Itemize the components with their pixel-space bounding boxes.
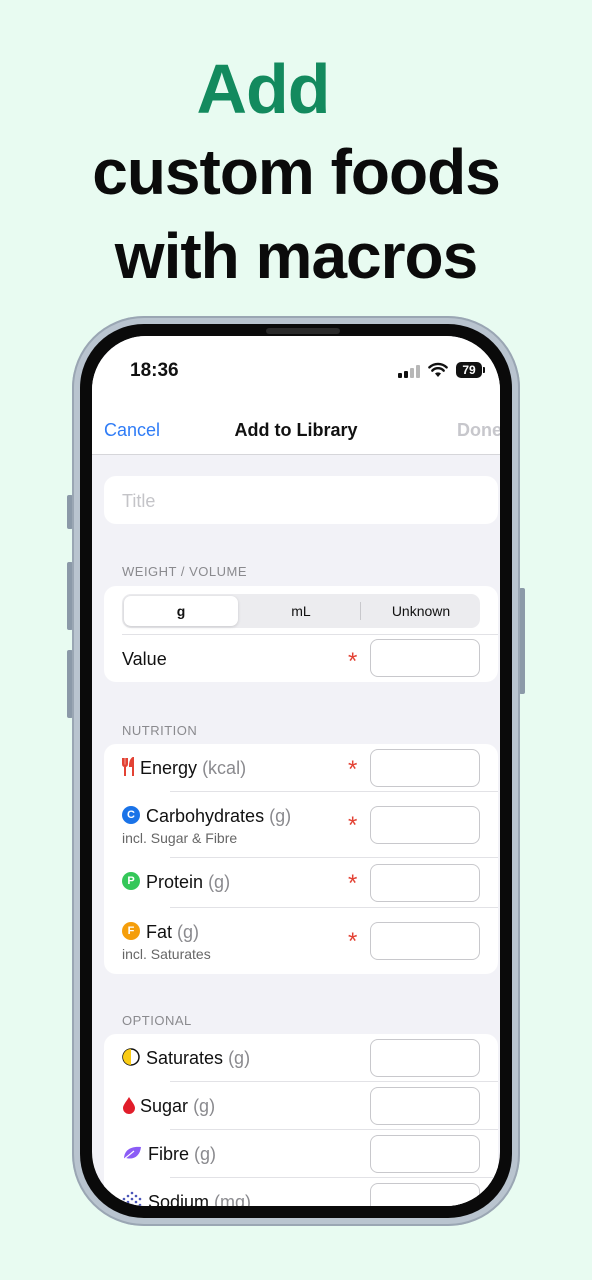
sugar-label: Sugar (g) (122, 1096, 215, 1117)
fork-knife-icon (122, 757, 134, 777)
phone-frame: 18:36 79 Add to Library Cancel Done Titl… (72, 316, 520, 1226)
required-marker: * (348, 870, 358, 897)
carbohydrates-subtitle: incl. Sugar & Fibre (122, 830, 238, 846)
phone-screen: 18:36 79 Add to Library Cancel Done Titl… (92, 336, 500, 1206)
phone-bezel: 18:36 79 Add to Library Cancel Done Titl… (80, 324, 512, 1218)
fat-name: Fat (146, 922, 173, 942)
saturates-name: Saturates (146, 1048, 224, 1068)
required-marker: * (348, 812, 358, 839)
fat-input[interactable] (370, 922, 480, 960)
energy-input[interactable] (370, 749, 480, 787)
protein-label: P Protein (g) (122, 872, 230, 893)
leaf-icon (122, 1147, 141, 1161)
dots-icon (122, 1191, 142, 1206)
required-marker: * (348, 928, 358, 955)
sugar-input[interactable] (370, 1087, 480, 1125)
sodium-name: Sodium (148, 1192, 210, 1206)
value-row: Value * (104, 634, 498, 682)
headline-line-2: custom foods (92, 136, 501, 208)
sodium-label: Sodium (mg) (122, 1191, 252, 1206)
status-bar: 18:36 79 (92, 336, 500, 396)
sodium-unit: (mg) (214, 1192, 252, 1206)
wifi-icon (428, 362, 448, 377)
protein-input[interactable] (370, 864, 480, 902)
unit-segmented-control[interactable]: g mL Unknown (122, 594, 480, 628)
saturates-unit: (g) (228, 1048, 251, 1068)
carbohydrates-unit: (g) (269, 806, 292, 826)
energy-row: Energy (kcal) * (104, 744, 498, 792)
title-field[interactable]: Title (104, 476, 498, 524)
protein-icon: P (122, 872, 140, 891)
required-marker: * (348, 648, 358, 675)
saturates-input[interactable] (370, 1039, 480, 1077)
saturates-label: Saturates (g) (122, 1048, 250, 1069)
sodium-input[interactable] (370, 1183, 480, 1206)
status-time: 18:36 (130, 360, 179, 381)
fibre-row: Fibre (g) (104, 1130, 498, 1178)
nutrition-card: Energy (kcal) * C Carbohydrates (g) incl.… (104, 744, 498, 974)
sugar-unit: (g) (193, 1096, 216, 1116)
fat-icon: F (122, 922, 140, 941)
sugar-name: Sugar (140, 1096, 189, 1116)
speaker-grille (266, 328, 340, 334)
protein-name: Protein (146, 872, 204, 892)
sugar-row: Sugar (g) (104, 1082, 498, 1130)
segment-divider (360, 602, 361, 620)
cancel-button[interactable]: Cancel (104, 420, 160, 441)
fibre-unit: (g) (194, 1144, 217, 1164)
required-marker: * (348, 756, 358, 783)
carbohydrates-label: C Carbohydrates (g) (122, 806, 291, 827)
energy-unit: (kcal) (202, 758, 247, 778)
half-circle-icon (122, 1048, 140, 1066)
headline: Add custom foods with macros (0, 50, 592, 298)
fibre-input[interactable] (370, 1135, 480, 1173)
fat-row: F Fat (g) incl. Saturates * (104, 908, 498, 974)
battery-icon: 79 (456, 362, 485, 378)
fibre-name: Fibre (148, 1144, 190, 1164)
fat-subtitle: incl. Saturates (122, 946, 211, 962)
fat-label: F Fat (g) (122, 922, 199, 943)
optional-section-header: OPTIONAL (122, 1013, 192, 1028)
done-button[interactable]: Done (457, 420, 500, 441)
drop-icon (123, 1097, 135, 1115)
sodium-row: Sodium (mg) (104, 1178, 498, 1206)
carbohydrates-row: C Carbohydrates (g) incl. Sugar & Fibre * (104, 792, 498, 858)
carbohydrates-icon: C (122, 806, 140, 825)
unit-option-g[interactable]: g (124, 596, 238, 626)
title-placeholder: Title (122, 491, 156, 511)
protein-row: P Protein (g) * (104, 858, 498, 908)
carbohydrates-input[interactable] (370, 806, 480, 844)
unit-option-ml[interactable]: mL (242, 594, 360, 628)
value-label: Value (122, 649, 167, 669)
unit-option-unknown[interactable]: Unknown (362, 594, 480, 628)
protein-unit: (g) (208, 872, 231, 892)
fibre-label: Fibre (g) (122, 1144, 216, 1165)
optional-card: Saturates (g) Sugar (g) Fibre (g) Sodium… (104, 1034, 498, 1206)
weight-section-header: WEIGHT / VOLUME (122, 564, 247, 579)
carbohydrates-name: Carbohydrates (146, 806, 265, 826)
fat-unit: (g) (177, 922, 200, 942)
headline-line-1: Add (196, 50, 330, 128)
value-input[interactable] (370, 639, 480, 677)
nutrition-section-header: NUTRITION (122, 723, 198, 738)
navigation-bar: Add to Library Cancel Done (92, 396, 500, 455)
weight-card: g mL Unknown Value * (104, 586, 498, 682)
energy-label: Energy (kcal) (122, 757, 247, 779)
headline-line-3: with macros (114, 220, 478, 292)
saturates-row: Saturates (g) (104, 1034, 498, 1082)
energy-name: Energy (140, 758, 198, 778)
